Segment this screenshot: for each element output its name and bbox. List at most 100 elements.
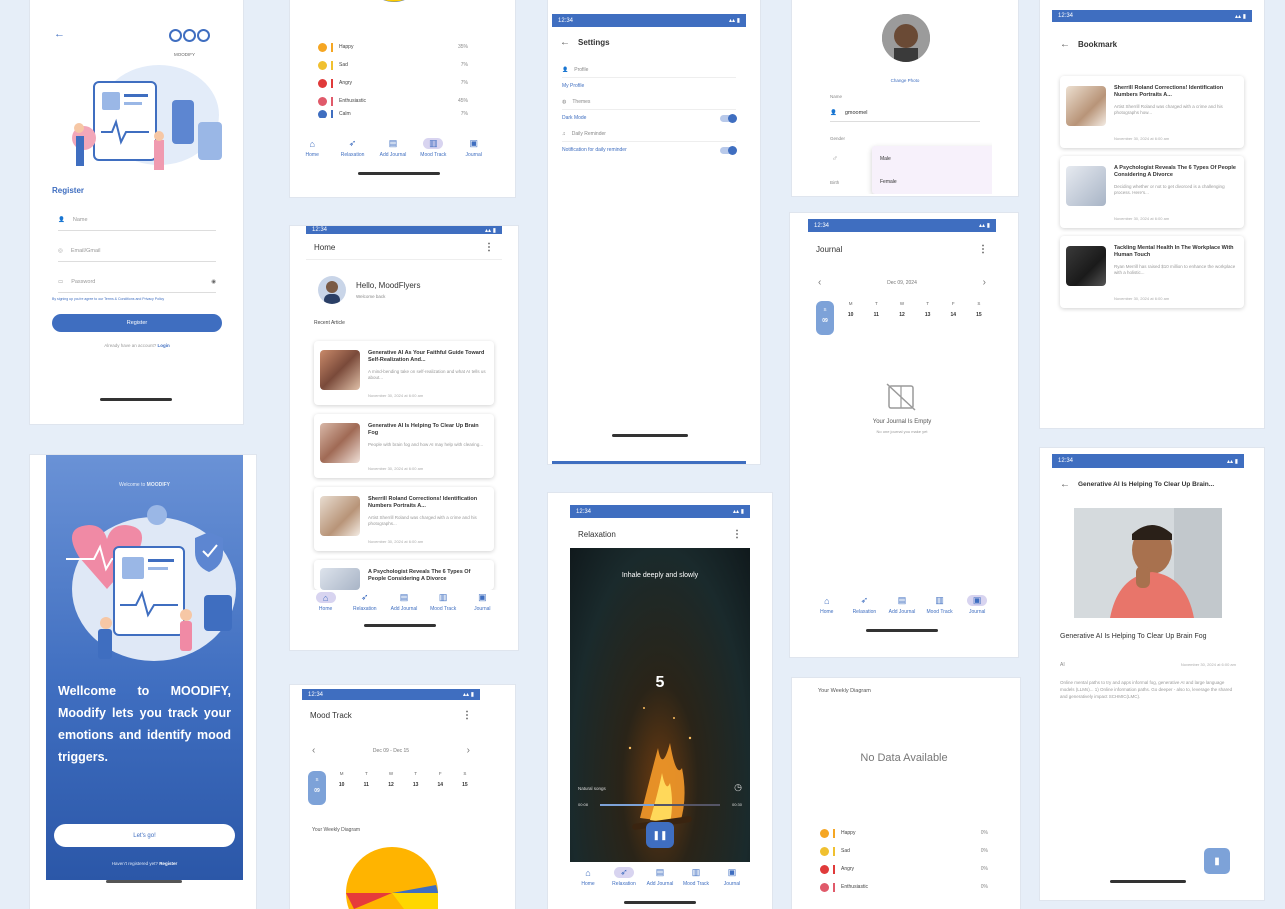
gender-option-female[interactable]: Female	[880, 179, 897, 185]
nav-home[interactable]: ⌂ Home	[308, 592, 344, 612]
welcome-top-text: Welcome to	[118, 482, 146, 488]
relaxation-screen: 12:34 ▴▴ ▮ Relaxation ⋮ Inhale deeply and…	[548, 493, 772, 909]
article-card[interactable]: A Psychologist Reveals The 6 Types Of Pe…	[314, 560, 494, 590]
password-field[interactable]: ▭ Password ◉	[58, 271, 216, 293]
nav-relaxation[interactable]: ➶ Relaxation	[846, 595, 882, 615]
settings-my-profile[interactable]: My Profile	[562, 78, 736, 94]
day-item[interactable]: S 15	[970, 301, 988, 335]
day-item[interactable]: W 12	[893, 301, 911, 335]
day-item[interactable]: T 11	[867, 301, 885, 335]
bookmark-fab[interactable]: ▮	[1204, 848, 1230, 874]
nav-mood-track[interactable]: ▥ Mood Track	[425, 592, 461, 612]
angry-emoji-icon	[820, 864, 829, 874]
article-title: Generative AI As Your Faithful Guide Tow…	[368, 350, 485, 364]
register-button[interactable]: Register	[52, 314, 222, 332]
name-field[interactable]: 👤 gmoomel	[830, 104, 980, 122]
prev-week-icon[interactable]: ‹	[312, 745, 315, 756]
back-arrow-icon[interactable]: ←	[1060, 39, 1070, 50]
back-arrow-icon[interactable]: ←	[54, 28, 65, 40]
day-item[interactable]: M 10	[333, 771, 351, 805]
mood-row-sad: Sad 7%	[318, 56, 468, 74]
day-item[interactable]: W 12	[382, 771, 400, 805]
pause-button[interactable]: ❚❚	[646, 822, 674, 848]
more-icon[interactable]: ⋮	[462, 710, 472, 721]
gender-option-male[interactable]: Male	[880, 156, 891, 162]
eye-icon[interactable]: ◉	[211, 279, 216, 285]
more-icon[interactable]: ⋮	[732, 529, 742, 540]
article-title: Tackling Mental Health In The Workplace …	[1114, 245, 1234, 259]
day-item[interactable]: T 13	[407, 771, 425, 805]
email-field[interactable]: ◎ Email/Gmail	[58, 240, 216, 262]
nav-add-journal[interactable]: ▤ Add Journal	[642, 867, 678, 887]
settings-notification[interactable]: Notification for daily reminder	[562, 142, 737, 158]
register-link[interactable]: Register	[159, 861, 177, 866]
name-placeholder: Name	[72, 216, 88, 223]
article-card[interactable]: Generative AI Is Helping To Clear Up Bra…	[314, 414, 494, 478]
nav-relaxation[interactable]: ➶ Relaxation	[347, 592, 383, 612]
day-item[interactable]: S 15	[456, 771, 474, 805]
settings-title: Settings	[578, 37, 610, 47]
palette-icon: ◍	[562, 98, 567, 105]
mood-row-happy: Happy 35%	[318, 38, 468, 56]
detail-appbar: ← Generative AI Is Helping To Clear Up B…	[1052, 472, 1244, 496]
register-illustration	[54, 60, 224, 178]
back-arrow-icon[interactable]: ←	[560, 37, 570, 48]
nav-journal[interactable]: ▣ Journal	[456, 138, 492, 158]
back-arrow-icon[interactable]: ←	[1060, 479, 1070, 490]
nav-home[interactable]: ⌂ Home	[809, 595, 845, 616]
gender-icon: ♂	[832, 154, 838, 163]
audio-progress[interactable]	[600, 804, 720, 806]
day-item[interactable]: M 10	[842, 301, 860, 335]
nav-mood-track[interactable]: ▥ Mood Track	[415, 138, 451, 158]
day-item[interactable]: T 11	[357, 771, 375, 805]
nav-journal[interactable]: ▣ Journal	[714, 867, 750, 887]
day-item[interactable]: S 09	[816, 301, 834, 335]
nav-relaxation[interactable]: ➶ Relaxation	[606, 867, 642, 887]
settings-appbar: ← Settings	[552, 30, 746, 54]
login-link[interactable]: Login	[158, 343, 170, 348]
lock-icon: ▭	[58, 278, 64, 285]
nav-relaxation[interactable]: ➶ Relaxation	[335, 138, 371, 158]
song-label: Natural songs	[578, 786, 606, 791]
next-week-icon[interactable]: ›	[467, 745, 470, 756]
day-item[interactable]: F 14	[431, 771, 449, 805]
not-registered-text: Haven't registered yet?	[111, 861, 158, 866]
nav-mood-track[interactable]: ▥ Mood Track	[922, 595, 958, 615]
day-item[interactable]: S 09	[308, 771, 326, 805]
article-card[interactable]: Sherrill Roland Corrections! Identificat…	[314, 487, 494, 551]
day-item[interactable]: T 13	[919, 301, 937, 335]
bookmark-card[interactable]: Sherrill Roland Corrections! Identificat…	[1060, 76, 1244, 148]
change-photo-link[interactable]: Change Photo	[818, 78, 992, 83]
profile-photo[interactable]	[882, 14, 930, 62]
notification-toggle[interactable]	[720, 145, 737, 155]
add-journal-icon: ▤	[655, 867, 665, 877]
article-desc: People with brain fog and how AI may hel…	[368, 442, 484, 447]
article-title: Sherrill Roland Corrections! Identificat…	[1114, 85, 1224, 99]
bookmark-card[interactable]: A Psychologist Reveals The 6 Types Of Pe…	[1060, 156, 1244, 228]
article-card[interactable]: Generative AI As Your Faithful Guide Tow…	[314, 341, 494, 405]
prev-day-icon[interactable]: ‹	[818, 277, 821, 288]
nav-journal[interactable]: ▣ Journal	[959, 595, 995, 615]
day-item[interactable]: F 14	[944, 301, 962, 335]
mood-row-enthusiastic: Enthusiastic 0%	[820, 878, 988, 896]
lets-go-button[interactable]: Let's go!	[54, 824, 235, 847]
nav-add-journal[interactable]: ▤ Add Journal	[884, 595, 920, 615]
timer-icon[interactable]: ◷	[734, 782, 742, 793]
next-day-icon[interactable]: ›	[983, 277, 986, 288]
nav-add-journal[interactable]: ▤ Add Journal	[375, 138, 411, 158]
nav-journal[interactable]: ▣ Journal	[464, 592, 500, 612]
nav-home[interactable]: ⌂ Home	[570, 867, 606, 888]
more-icon[interactable]: ⋮	[978, 244, 988, 255]
settings-dark-mode[interactable]: Dark Mode	[562, 110, 737, 126]
gender-dropdown[interactable]: Male Female	[872, 146, 992, 194]
article-date: November 30, 2024 at 6:00 am	[368, 466, 424, 471]
name-field[interactable]: 👤 Name	[58, 209, 216, 231]
more-icon[interactable]: ⋮	[484, 242, 494, 253]
mood-pie-chart	[350, 0, 438, 28]
nav-home[interactable]: ⌂ Home	[294, 138, 330, 159]
brand-small: MOODIFY	[174, 52, 195, 57]
dark-mode-toggle[interactable]	[720, 113, 737, 123]
bookmark-card[interactable]: Tackling Mental Health In The Workplace …	[1060, 236, 1244, 308]
nav-mood-track[interactable]: ▥ Mood Track	[678, 867, 714, 887]
nav-add-journal[interactable]: ▤ Add Journal	[386, 592, 422, 612]
